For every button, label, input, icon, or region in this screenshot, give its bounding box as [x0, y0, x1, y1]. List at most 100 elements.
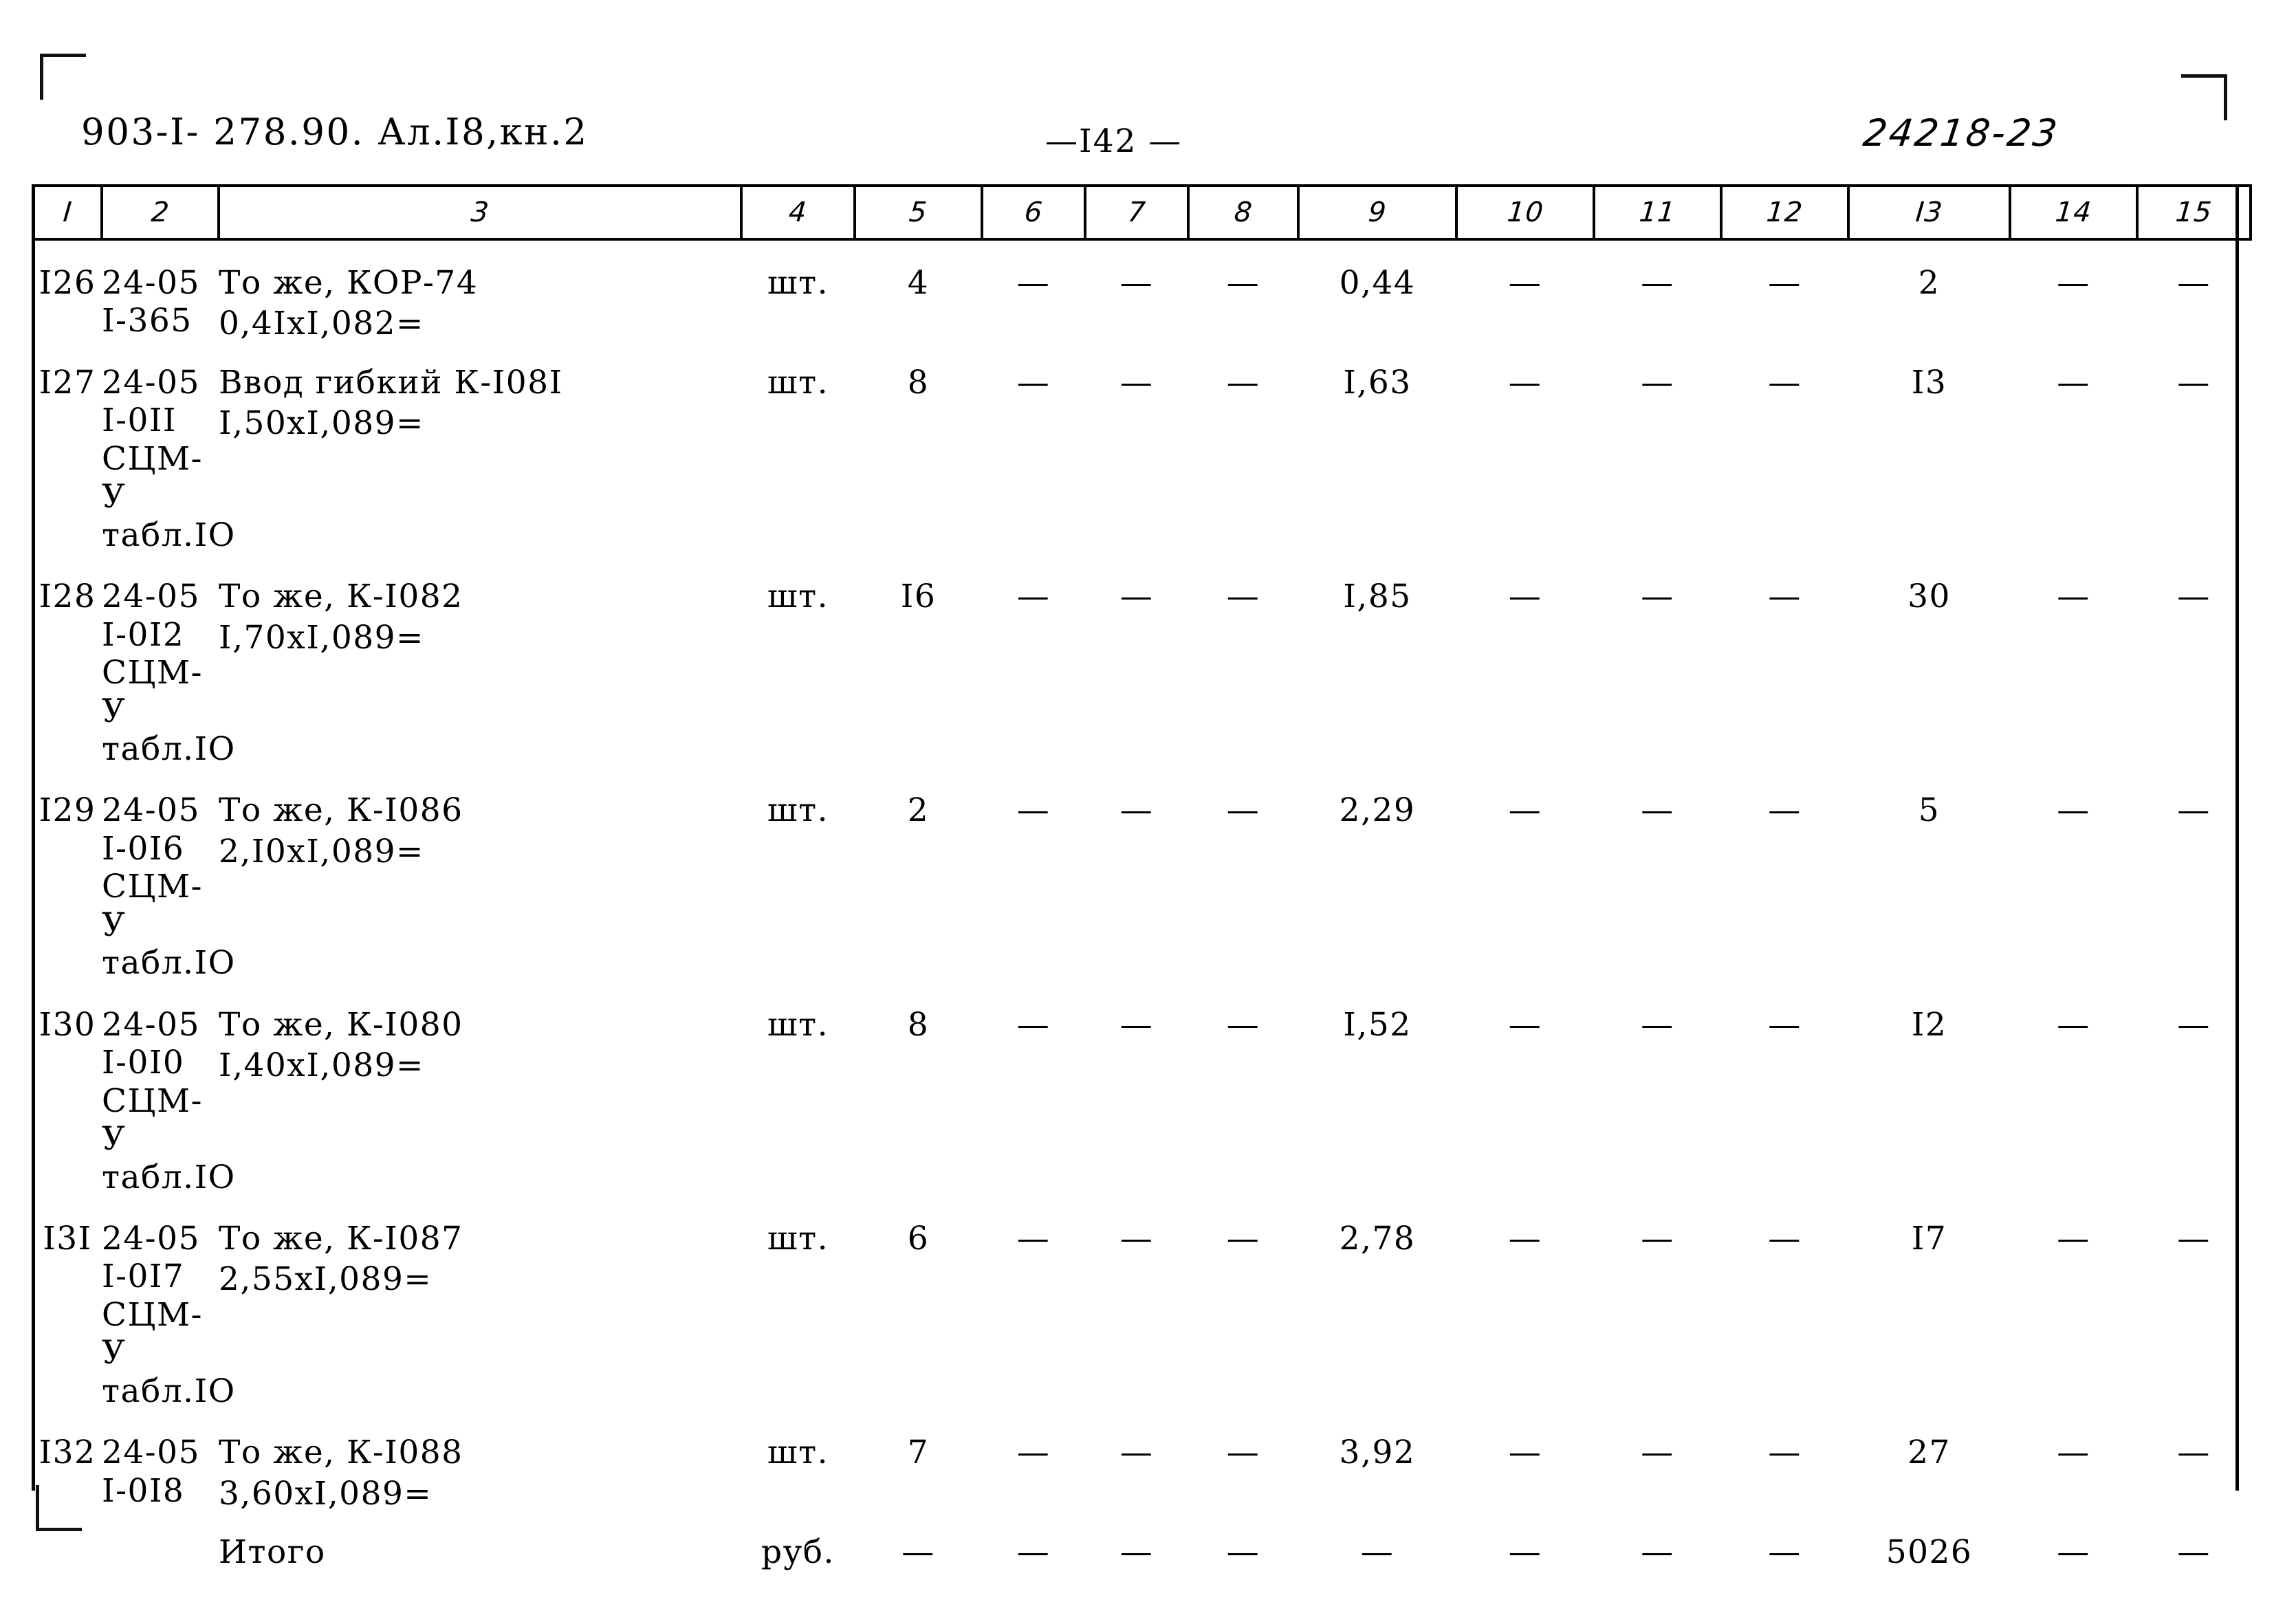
row-spacer [33, 340, 2251, 364]
cell-col12: — [1768, 578, 1802, 616]
cell-col14: — [2057, 1005, 2090, 1044]
row-spacer [33, 239, 2251, 264]
cell-norm-code: 24-05 I-0I8 [102, 1434, 200, 1510]
cell-total-label: Итого [219, 1533, 326, 1572]
table-row: I26 24-05 I-365 То же, КОР-74 0,4IxI,082=… [33, 264, 2251, 343]
cell-col12: — [1768, 264, 1802, 302]
col-header-13: I3 [1847, 184, 2011, 241]
cell-col10: — [1508, 1434, 1542, 1472]
description-calc: 2,55xI,089= [219, 1260, 433, 1299]
cell-col8: — [1226, 1005, 1260, 1044]
cell-description: Ввод гибкий К-I08I I,50xI,089= [219, 364, 741, 554]
cell-total-cost: 2 [1918, 264, 1940, 302]
cell-col12: — [1768, 1434, 1802, 1472]
specification-table: I 2 3 4 5 6 7 8 9 10 11 12 I3 14 15 I26 … [32, 184, 2252, 1572]
col-header-15: 15 [2136, 184, 2252, 241]
cell-description: То же, К-I087 2,55xI,089= [219, 1220, 741, 1410]
registration-mark-top-left [40, 54, 86, 100]
cell-col8: — [1226, 1219, 1260, 1258]
cell-col12: — [1768, 791, 1802, 830]
description-main: То же, К-I080 [219, 1005, 463, 1044]
description-calc: 2,I0xI,089= [219, 832, 424, 870]
cell-position-number: I27 [39, 363, 96, 402]
cell-col14: — [2057, 1219, 2090, 1258]
cell-position-number: I28 [39, 578, 96, 616]
cell-col10: — [1508, 791, 1542, 830]
cell-total-cost: I2 [1911, 1005, 1947, 1044]
archive-stamp-code: 24218-23 [1861, 111, 2062, 155]
cell-col6: — [1016, 578, 1051, 616]
cell-total-cost: I3 [1911, 363, 1947, 402]
cell-col14: — [2057, 264, 2090, 302]
cell-description: То же, К-I088 3,60xI,089= [219, 1434, 741, 1513]
cell-col11: — [1641, 1533, 1674, 1572]
cell-norm-code: 24-05 I-0II СЦМ-У табл.IO [102, 363, 236, 554]
cell-norm-code: 24-05 I-0I2 СЦМ-У табл.IO [102, 578, 236, 768]
cell-col8: — [1226, 1533, 1260, 1572]
page-header: 903-I- 278.90. Ал.I8,кн.2 —I42 — 24218-2… [0, 111, 2274, 160]
description-main: То же, К-I088 [219, 1434, 463, 1472]
cell-unit: шт. [767, 791, 829, 830]
cell-col11: — [1641, 791, 1674, 830]
description-calc: 3,60xI,089= [219, 1474, 433, 1513]
row-spacer [33, 1510, 2251, 1533]
cell-total-cost: I7 [1911, 1219, 1947, 1258]
cell-col11: — [1641, 363, 1674, 402]
table-body: I26 24-05 I-365 То же, КОР-74 0,4IxI,082=… [33, 239, 2251, 1572]
cell-col15: — [2177, 1533, 2211, 1572]
cell-col6: — [1016, 264, 1051, 302]
table-total-row: Итого руб. — — — — — — — — 5026 — — [33, 1533, 2251, 1571]
table-row: I29 24-05 I-0I6 СЦМ-У табл.IO То же, К-I… [33, 791, 2251, 982]
description-main: То же, К-I087 [219, 1219, 463, 1258]
cell-col15: — [2177, 363, 2211, 402]
specification-table-wrapper: I 2 3 4 5 6 7 8 9 10 11 12 I3 14 15 I26 … [32, 184, 2252, 1572]
cell-col14: — [2057, 578, 2090, 616]
cell-unit-price: 2,78 [1339, 1219, 1416, 1258]
cell-col8: — [1226, 1434, 1260, 1472]
cell-col6: — [1016, 791, 1051, 830]
col-header-10: 10 [1455, 184, 1595, 241]
table-row: I32 24-05 I-0I8 То же, К-I088 3,60xI,089=… [33, 1434, 2251, 1513]
table-row: I28 24-05 I-0I2 СЦМ-У табл.IO То же, К-I… [33, 578, 2251, 768]
row-spacer [33, 768, 2251, 791]
cell-col6: — [1016, 1005, 1051, 1044]
cell-unit-price: I,52 [1343, 1005, 1412, 1044]
cell-quantity: 8 [907, 363, 930, 402]
cell-position-number: I32 [39, 1434, 96, 1472]
cell-col7: — [1119, 1533, 1154, 1572]
cell-position-number: I29 [39, 791, 96, 830]
cell-unit: шт. [767, 363, 829, 402]
cell-col15: — [2177, 578, 2211, 616]
col-header-1: I [32, 184, 103, 241]
document-code: 903-I- 278.90. Ал.I8,кн.2 [81, 111, 589, 153]
description-main: То же, К-I082 [219, 578, 463, 616]
cell-unit-price: I,85 [1343, 578, 1412, 616]
scanned-page: 903-I- 278.90. Ал.I8,кн.2 — I 4 2 — 24218-2… [0, 0, 2274, 1624]
cell-description: То же, К-I080 I,40xI,089= [219, 1006, 741, 1196]
cell-norm-code: 24-05 I-0I6 СЦМ-У табл.IO [102, 791, 236, 983]
cell-col14: — [2057, 791, 2090, 830]
row-spacer [33, 1196, 2251, 1220]
cell-col12: — [1768, 1533, 1802, 1572]
cell-col11: — [1641, 1434, 1674, 1472]
cell-col8: — [1226, 791, 1260, 830]
cell-col10: — [1508, 1005, 1542, 1044]
cell-col7: — [1119, 363, 1154, 402]
cell-col11: — [1641, 264, 1674, 302]
col-header-3: 3 [217, 184, 743, 241]
col-header-7: 7 [1084, 184, 1190, 241]
cell-col10: — [1508, 1533, 1542, 1572]
cell-col14: — [2057, 363, 2090, 402]
cell-quantity: 6 [907, 1219, 930, 1258]
description-calc: I,40xI,089= [219, 1046, 424, 1085]
cell-unit: шт. [767, 1005, 829, 1044]
cell-norm-code [102, 1533, 219, 1571]
cell-col7: — [1119, 1434, 1154, 1472]
cell-grand-total: 5026 [1885, 1533, 1973, 1572]
cell-total-cost: 27 [1907, 1434, 1951, 1472]
cell-unit: шт. [767, 264, 829, 302]
cell-quantity: 4 [907, 264, 930, 302]
description-calc: 0,4IxI,082= [219, 305, 424, 343]
cell-unit-price: I,63 [1343, 363, 1412, 402]
cell-quantity: 2 [907, 791, 930, 830]
